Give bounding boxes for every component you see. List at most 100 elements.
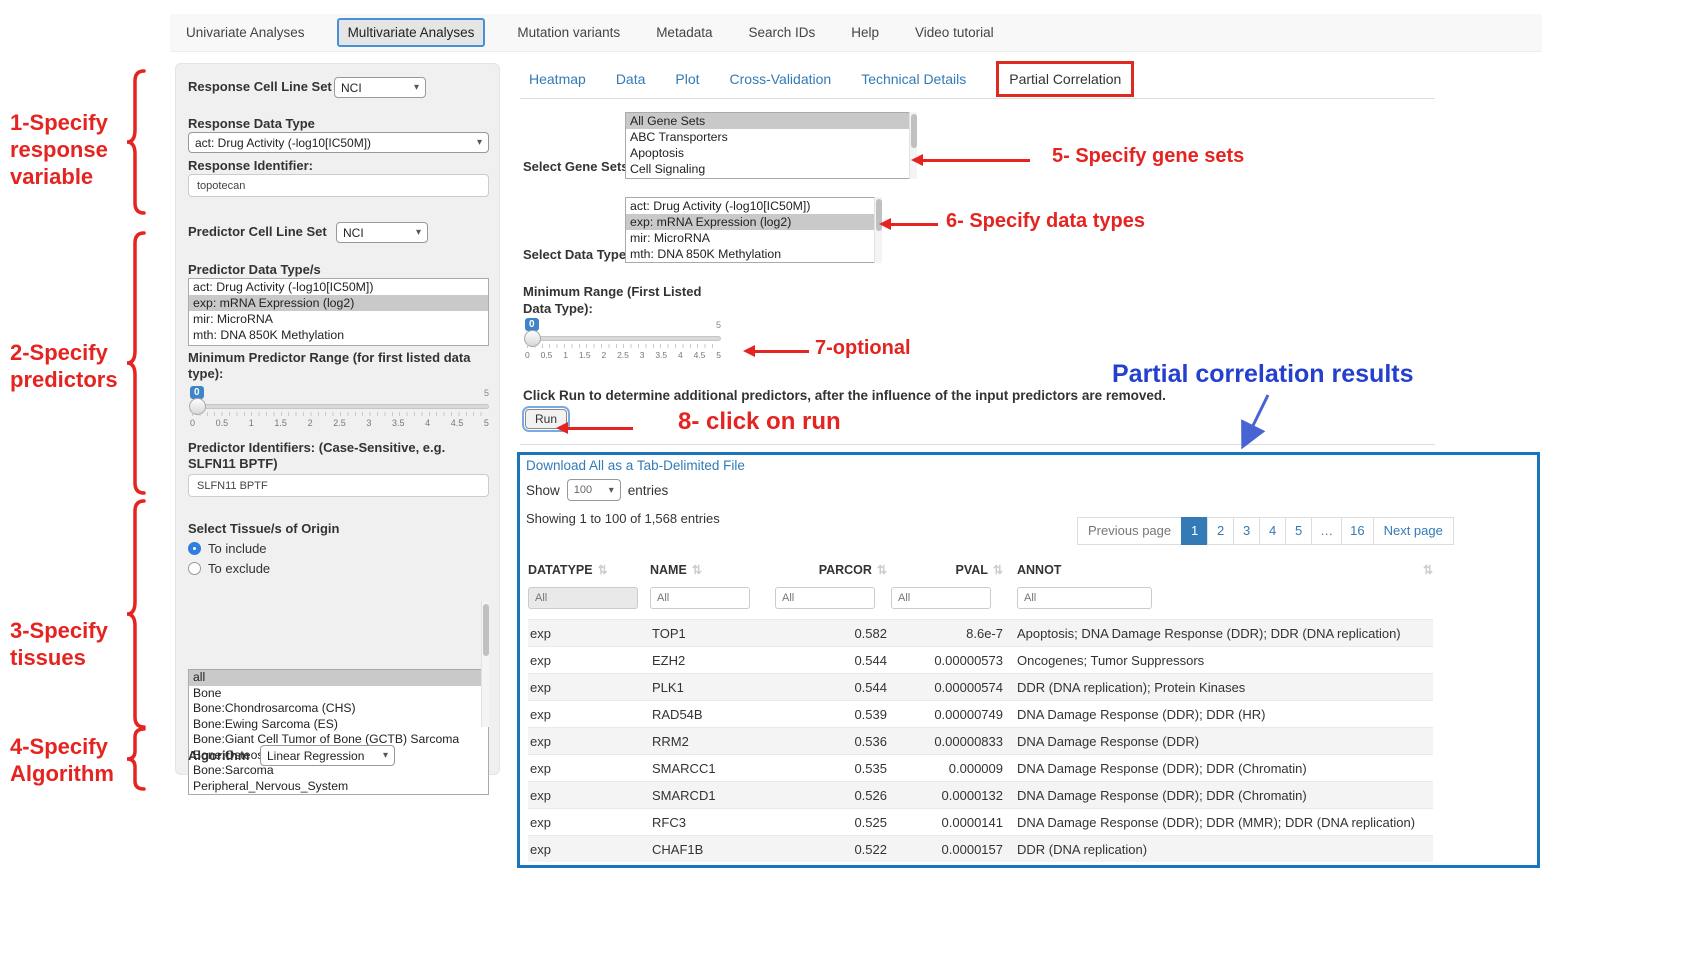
tissue-exclude-radio-row[interactable]: To exclude bbox=[188, 561, 270, 576]
sort-icon[interactable]: ⇅ bbox=[692, 563, 702, 577]
cell-datatype: exp bbox=[528, 707, 650, 722]
nav-tab[interactable]: Video tutorial bbox=[911, 19, 998, 46]
table-row[interactable]: exp RRM2 0.536 0.00000833 DNA Damage Res… bbox=[528, 727, 1433, 754]
tissue-listbox[interactable]: allBoneBone:Chondrosarcoma (CHS)Bone:Ewi… bbox=[188, 669, 489, 795]
show-entries-select[interactable]: 100 ▾ bbox=[567, 479, 621, 501]
table-row[interactable]: exp SMARCC1 0.535 0.000009 DNA Damage Re… bbox=[528, 754, 1433, 781]
nav-tab[interactable]: Search IDs bbox=[744, 19, 819, 46]
listbox-option[interactable]: mth: DNA 850K Methylation bbox=[626, 246, 881, 262]
data-types-listbox[interactable]: act: Drug Activity (-log10[IC50M])exp: m… bbox=[625, 197, 882, 263]
page-number-button[interactable]: 2 bbox=[1207, 517, 1234, 545]
listbox-option[interactable]: ABC Transporters bbox=[626, 129, 916, 145]
data-types-scrollbar[interactable] bbox=[874, 197, 882, 263]
response-data-type-select[interactable]: act: Drug Activity (-log10[IC50M]) ▾ bbox=[188, 132, 489, 153]
table-row[interactable]: exp RAD54B 0.539 0.00000749 DNA Damage R… bbox=[528, 700, 1433, 727]
chevron-down-icon: ▾ bbox=[414, 82, 419, 93]
listbox-option[interactable]: mth: DNA 850K Methylation bbox=[189, 327, 488, 343]
filter-pval-input[interactable] bbox=[891, 587, 991, 609]
download-link[interactable]: Download All as a Tab-Delimited File bbox=[526, 458, 745, 473]
column-header-pval[interactable]: PVAL⇅ bbox=[891, 563, 1007, 577]
result-tab[interactable]: Partial Correlation bbox=[996, 61, 1134, 97]
nav-tab[interactable]: Univariate Analyses bbox=[182, 19, 309, 46]
table-row[interactable]: exp RFC3 0.525 0.0000141 DNA Damage Resp… bbox=[528, 808, 1433, 835]
previous-page-button[interactable]: Previous page bbox=[1077, 517, 1182, 545]
sort-icon[interactable]: ⇅ bbox=[877, 563, 887, 577]
result-tab[interactable]: Data bbox=[616, 71, 646, 87]
annotation-arrow-gene-sets bbox=[922, 159, 1030, 162]
filter-parcor-input[interactable] bbox=[775, 587, 875, 609]
sort-icon[interactable]: ⇅ bbox=[598, 563, 608, 577]
page-number-button[interactable]: 5 bbox=[1285, 517, 1312, 545]
algorithm-select[interactable]: Linear Regression ▾ bbox=[260, 745, 395, 766]
radio-include-icon[interactable] bbox=[188, 542, 201, 555]
table-row[interactable]: exp SMARCD1 0.526 0.0000132 DNA Damage R… bbox=[528, 781, 1433, 808]
nav-tab[interactable]: Metadata bbox=[652, 19, 716, 46]
predictor-identifiers-input[interactable] bbox=[188, 474, 489, 497]
column-header-name[interactable]: NAME⇅ bbox=[650, 563, 775, 577]
gene-sets-scrollbar[interactable] bbox=[909, 112, 917, 179]
result-tab[interactable]: Technical Details bbox=[861, 71, 966, 87]
page-number-button[interactable]: 3 bbox=[1233, 517, 1260, 545]
listbox-option[interactable]: Bone:Ewing Sarcoma (ES) bbox=[189, 717, 488, 733]
listbox-option[interactable]: Bone:Chondrosarcoma (CHS) bbox=[189, 701, 488, 717]
annotation-arrow-data-types bbox=[890, 223, 938, 226]
gene-sets-listbox[interactable]: All Gene SetsABC TransportersApoptosisCe… bbox=[625, 112, 917, 179]
min-range-slider[interactable]: 0 5 00.511.522.533.544.55 bbox=[525, 318, 721, 364]
page-number-button[interactable]: 1 bbox=[1181, 517, 1208, 545]
listbox-option[interactable]: act: Drug Activity (-log10[IC50M]) bbox=[626, 198, 881, 214]
slider-tick-label: 4 bbox=[678, 350, 683, 360]
column-header-datatype[interactable]: DATATYPE⇅ bbox=[528, 563, 650, 577]
pagination: Previous page 12345…16 Next page bbox=[1078, 517, 1454, 545]
column-header-annot[interactable]: ANNOT⇅ bbox=[1007, 563, 1433, 577]
algorithm-label: Algorithm bbox=[188, 748, 249, 763]
slider-track[interactable] bbox=[190, 404, 489, 409]
min-predictor-range-slider[interactable]: 0 5 00.511.522.533.544.55 bbox=[190, 386, 489, 432]
slider-track[interactable] bbox=[525, 336, 721, 341]
nav-tab[interactable]: Multivariate Analyses bbox=[337, 18, 486, 47]
listbox-option[interactable]: mir: MicroRNA bbox=[626, 230, 881, 246]
listbox-option[interactable]: Apoptosis bbox=[626, 145, 916, 161]
table-row[interactable]: exp TOP1 0.582 8.6e-7 Apoptosis; DNA Dam… bbox=[528, 619, 1433, 646]
chevron-down-icon: ▾ bbox=[416, 227, 421, 238]
listbox-option[interactable]: exp: mRNA Expression (log2) bbox=[189, 295, 488, 311]
listbox-option[interactable]: exp: mRNA Expression (log2) bbox=[626, 214, 881, 230]
nav-tab[interactable]: Mutation variants bbox=[513, 19, 624, 46]
filter-datatype-input[interactable] bbox=[528, 587, 638, 609]
tissue-scrollbar[interactable] bbox=[481, 601, 489, 727]
tissue-include-radio-row[interactable]: To include bbox=[188, 541, 267, 556]
cell-datatype: exp bbox=[528, 734, 650, 749]
listbox-option[interactable]: Bone bbox=[189, 686, 488, 702]
filter-name-input[interactable] bbox=[650, 587, 750, 609]
listbox-option[interactable]: All Gene Sets bbox=[626, 113, 916, 129]
radio-exclude-icon[interactable] bbox=[188, 562, 201, 575]
cell-name: EZH2 bbox=[650, 653, 775, 668]
response-cell-line-set-select[interactable]: NCI ▾ bbox=[334, 77, 426, 98]
listbox-option[interactable]: Cell Signaling bbox=[626, 161, 916, 177]
result-tab[interactable]: Heatmap bbox=[529, 71, 586, 87]
listbox-option[interactable]: all bbox=[189, 670, 488, 686]
response-identifier-input[interactable] bbox=[188, 174, 489, 197]
predictor-data-types-listbox[interactable]: act: Drug Activity (-log10[IC50M])exp: m… bbox=[188, 278, 489, 346]
tabs-divider bbox=[520, 98, 1435, 99]
page-number-button[interactable]: … bbox=[1311, 517, 1342, 545]
table-row[interactable]: exp EZH2 0.544 0.00000573 Oncogenes; Tum… bbox=[528, 646, 1433, 673]
listbox-option[interactable]: Peripheral_Nervous_System bbox=[189, 779, 488, 795]
result-tab[interactable]: Plot bbox=[675, 71, 699, 87]
table-row[interactable]: exp CHAF1B 0.522 0.0000157 DDR (DNA repl… bbox=[528, 835, 1433, 862]
sort-icon[interactable]: ⇅ bbox=[993, 563, 1003, 577]
chevron-down-icon: ▾ bbox=[609, 485, 614, 496]
page-number-button[interactable]: 16 bbox=[1341, 517, 1373, 545]
filter-annot-input[interactable] bbox=[1017, 587, 1152, 609]
column-header-parcor[interactable]: PARCOR⇅ bbox=[775, 563, 891, 577]
result-tabs: Heatmap Data Plot Cross-Validation Technical… bbox=[529, 60, 1134, 98]
nav-tab[interactable]: Help bbox=[847, 19, 883, 46]
next-page-button[interactable]: Next page bbox=[1373, 517, 1454, 545]
page-number-button[interactable]: 4 bbox=[1259, 517, 1286, 545]
table-row[interactable]: exp PLK1 0.544 0.00000574 DDR (DNA repli… bbox=[528, 673, 1433, 700]
result-tab[interactable]: Cross-Validation bbox=[730, 71, 832, 87]
cell-parcor: 0.544 bbox=[775, 653, 891, 668]
sort-icon[interactable]: ⇅ bbox=[1423, 563, 1433, 577]
listbox-option[interactable]: act: Drug Activity (-log10[IC50M]) bbox=[189, 279, 488, 295]
listbox-option[interactable]: mir: MicroRNA bbox=[189, 311, 488, 327]
predictor-cell-line-set-select[interactable]: NCI ▾ bbox=[336, 222, 428, 243]
